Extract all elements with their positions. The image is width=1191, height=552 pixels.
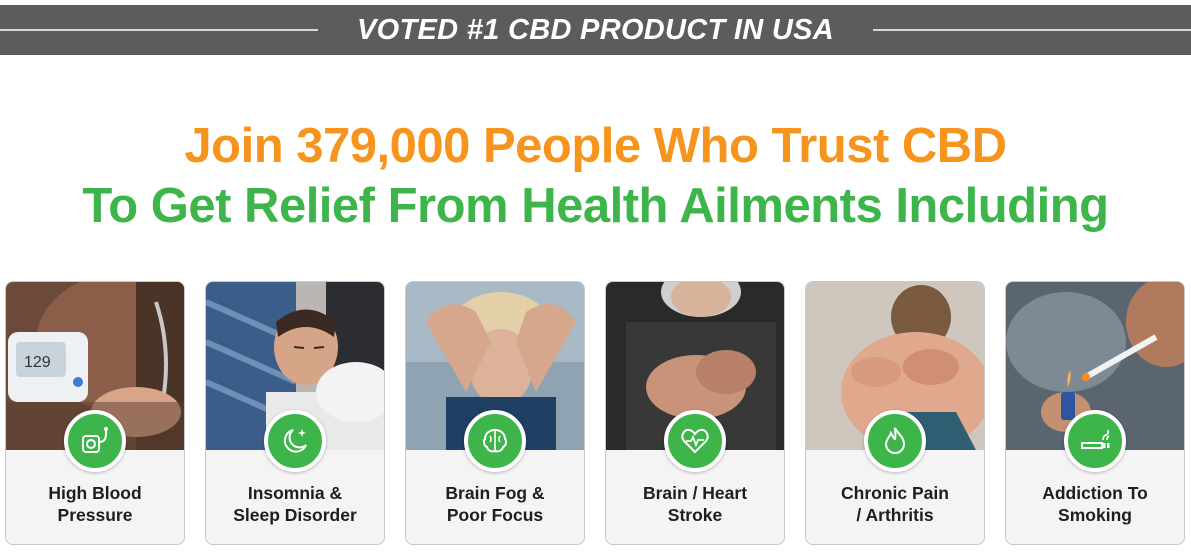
ailment-card-chronic-pain: Chronic Pain / Arthritis [805,281,985,545]
headline-line-2: To Get Relief From Health Ailments Inclu… [82,179,1109,233]
ailment-label: High Blood Pressure [48,483,142,525]
ailment-label: Brain Fog & Poor Focus [445,483,545,525]
banner-divider-left [0,29,318,31]
banner-text: VOTED #1 CBD PRODUCT IN USA [357,13,834,46]
moon-stars-icon [264,410,326,472]
svg-text:129: 129 [24,354,51,371]
ailment-label: Insomnia & Sleep Disorder [233,483,357,525]
flame-icon [864,410,926,472]
ailment-label: Addiction To Smoking [1042,483,1148,525]
brain-icon [464,410,526,472]
ailment-cards: 129 High Blood Pressure Insomnia & Sleep… [5,281,1191,545]
ailment-card-brain-fog: Brain Fog & Poor Focus [405,281,585,545]
ailment-label: Brain / Heart Stroke [642,483,748,525]
ailment-label: Chronic Pain / Arthritis [841,483,949,525]
blood-pressure-icon [64,410,126,472]
cigarette-icon [1064,410,1126,472]
heart-pulse-icon [664,410,726,472]
ailment-card-smoking: Addiction To Smoking [1005,281,1185,545]
banner-divider-right [873,29,1191,31]
ailment-card-blood-pressure: 129 High Blood Pressure [5,281,185,545]
top-banner: VOTED #1 CBD PRODUCT IN USA [0,5,1191,55]
ailment-card-insomnia: Insomnia & Sleep Disorder [205,281,385,545]
ailment-card-stroke: Brain / Heart Stroke [605,281,785,545]
headline-line-1: Join 379,000 People Who Trust CBD [184,119,1007,173]
